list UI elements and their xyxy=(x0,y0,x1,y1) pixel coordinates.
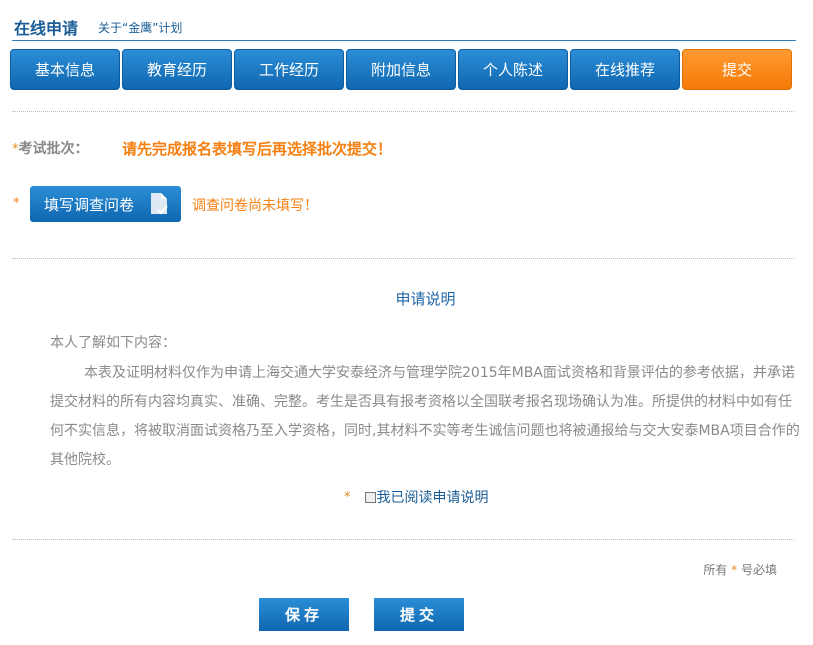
tab-submit[interactable]: 提交 xyxy=(682,49,792,90)
tab-online-recommendation[interactable]: 在线推荐 xyxy=(570,49,680,90)
agree-label[interactable]: 我已阅读申请说明 xyxy=(377,487,489,507)
required-mark: * xyxy=(344,489,351,505)
agree-checkbox[interactable] xyxy=(364,491,376,503)
fill-survey-label: 填写调查问卷 xyxy=(44,195,135,214)
required-note-prefix: 所有 xyxy=(703,563,728,577)
tab-additional-info[interactable]: 附加信息 xyxy=(346,49,456,90)
step-tabs: 基本信息 教育经历 工作经历 附加信息 个人陈述 在线推荐 提交 xyxy=(10,49,794,90)
save-button[interactable]: 保存 xyxy=(259,598,349,631)
tab-basic-info[interactable]: 基本信息 xyxy=(10,49,120,90)
exam-batch-warning: 请先完成报名表填写后再选择批次提交！ xyxy=(122,140,393,158)
tab-work-experience[interactable]: 工作经历 xyxy=(234,49,344,90)
explanation-title: 申请说明 xyxy=(395,290,456,308)
document-icon xyxy=(151,193,168,215)
divider xyxy=(12,258,794,259)
fill-survey-button[interactable]: 填写调查问卷 xyxy=(30,186,181,222)
golden-eagle-link[interactable]: 关于“金鹰”计划 xyxy=(98,19,182,36)
exam-batch-row: *考试批次： 请先完成报名表填写后再选择批次提交！ xyxy=(12,138,392,158)
exam-batch-label: 考试批次： xyxy=(18,141,89,157)
divider xyxy=(12,539,794,540)
page-title: 在线申请 xyxy=(14,19,79,38)
explanation-body: 本表及证明材料仅作为申请上海交通大学安泰经济与管理学院2015年MBA面试资格和… xyxy=(50,365,800,468)
page-header: 在线申请 关于“金鹰”计划 xyxy=(12,14,796,41)
tab-personal-statement[interactable]: 个人陈述 xyxy=(458,49,568,90)
agree-row: * 我已阅读申请说明 xyxy=(344,487,489,507)
required-note-suffix: 号必填 xyxy=(740,563,777,577)
submit-button[interactable]: 提交 xyxy=(374,598,464,631)
required-mark: * xyxy=(731,563,738,577)
divider xyxy=(12,111,794,112)
explanation-intro: 本人了解如下内容： xyxy=(50,335,176,351)
survey-status: 调查问卷尚未填写！ xyxy=(192,198,318,214)
required-note: 所有 * 号必填 xyxy=(703,561,777,578)
tab-education[interactable]: 教育经历 xyxy=(122,49,232,90)
required-mark: * xyxy=(13,196,20,211)
